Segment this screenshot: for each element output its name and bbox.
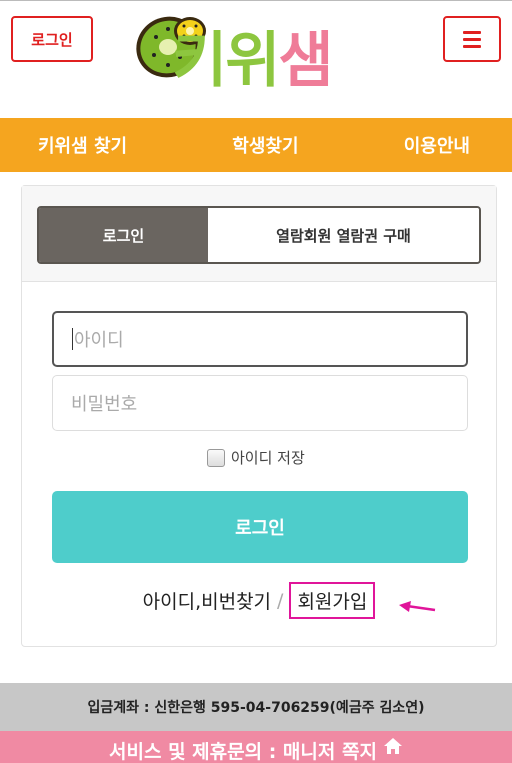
main-nav: 키위샘 찾기 학생찾기 이용안내 — [0, 118, 512, 172]
bank-account-info: 입금계좌 : 신한은행 595-04-706259(예금주 김소연) — [0, 683, 512, 731]
login-submit-button[interactable]: 로그인 — [52, 491, 468, 563]
logo-text-green: 키위 — [172, 26, 280, 96]
menu-button[interactable] — [443, 16, 501, 62]
save-id-checkbox[interactable] — [207, 448, 225, 467]
contact-bar[interactable]: 서비스 및 제휴문의 : 매니저 쪽지 — [0, 731, 512, 763]
find-account-link[interactable]: 아이디,비번찾기 — [143, 587, 271, 614]
save-id-label: 아이디 저장 — [231, 449, 305, 467]
signup-link[interactable]: 회원가입 — [289, 582, 376, 619]
nav-item-find-kiwisam[interactable]: 키위샘 찾기 — [38, 132, 127, 158]
tab-login[interactable]: 로그인 — [39, 208, 208, 262]
home-icon — [383, 738, 402, 754]
hamburger-icon — [463, 30, 481, 34]
logo-text: 키위샘 — [172, 31, 334, 91]
site-logo[interactable]: 키위샘 — [132, 7, 392, 113]
save-id-option[interactable]: 아이디 저장 — [207, 447, 305, 468]
nav-item-guide[interactable]: 이용안내 — [404, 132, 470, 158]
login-top-button[interactable]: 로그인 — [11, 16, 93, 62]
password-placeholder: 비밀번호 — [71, 394, 138, 415]
nav-item-find-student[interactable]: 학생찾기 — [232, 132, 298, 158]
logo-text-pink: 샘 — [278, 26, 333, 96]
link-separator: / — [277, 589, 284, 612]
arrow-pointer-icon — [399, 601, 436, 612]
top-header: 로그인 키위샘 — [0, 0, 512, 118]
id-input[interactable]: 아이디 — [52, 311, 468, 367]
text-caret — [72, 328, 73, 350]
contact-text: 서비스 및 제휴문의 : 매니저 쪽지 — [109, 741, 377, 763]
login-card: 로그인 열람회원 열람권 구매 아이디 비밀번호 아이디 저장 로그인 아이디,… — [21, 185, 497, 647]
login-tabs: 로그인 열람회원 열람권 구매 — [37, 206, 481, 264]
tab-purchase-pass[interactable]: 열람회원 열람권 구매 — [208, 208, 479, 262]
password-input[interactable]: 비밀번호 — [52, 375, 468, 431]
tabs-area: 로그인 열람회원 열람권 구매 — [22, 186, 496, 282]
id-placeholder: 아이디 — [74, 330, 124, 351]
